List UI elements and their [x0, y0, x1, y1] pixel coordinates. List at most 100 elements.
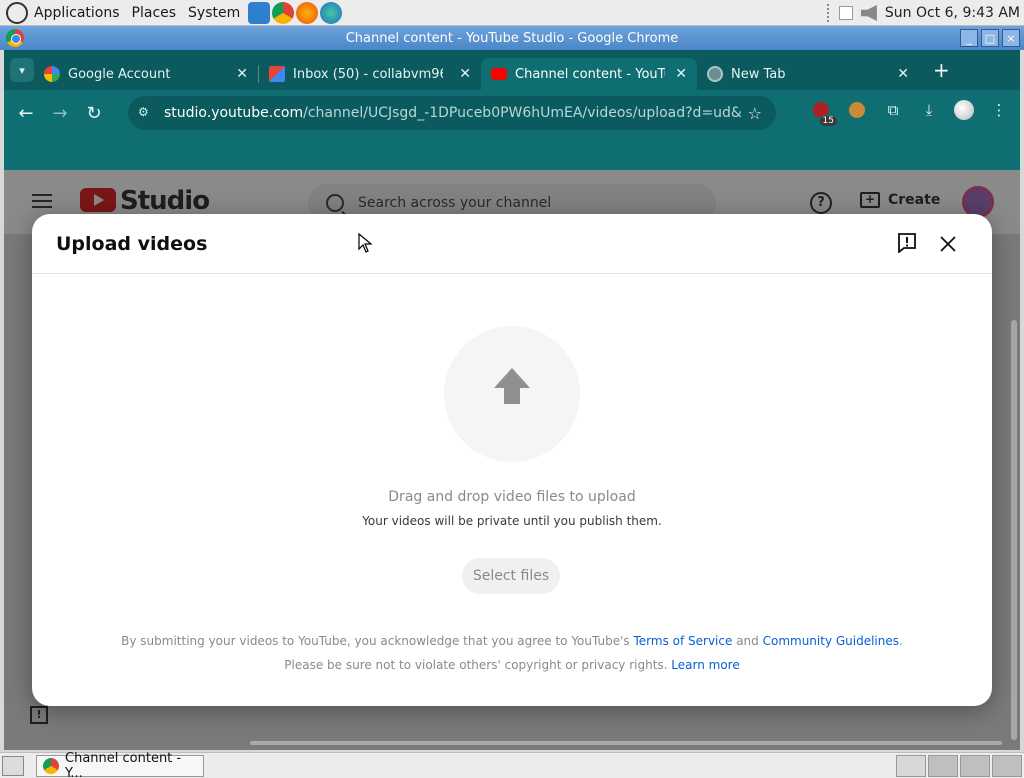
cookie-extension-icon[interactable]	[846, 99, 868, 121]
chrome-launcher-icon[interactable]	[272, 1, 295, 24]
profile-avatar-icon[interactable]	[954, 100, 974, 120]
toolbar: ← → ↻ ⚙ studio.youtube.com/channel/UCJsg…	[4, 90, 1020, 136]
close-window-button[interactable]: ×	[1002, 29, 1020, 47]
window-title-bar: Channel content - YouTube Studio - Googl…	[0, 26, 1024, 50]
chrome-menu-icon[interactable]: ⋮	[988, 99, 1010, 121]
globe-icon	[707, 66, 723, 82]
menu-hamburger-icon[interactable]	[32, 194, 52, 208]
youtube-logo-icon[interactable]	[80, 188, 116, 212]
toolbar-strip	[4, 136, 1020, 170]
firefox-launcher-icon[interactable]	[296, 1, 319, 24]
menu-places[interactable]: Places	[126, 0, 183, 26]
dialog-title: Upload videos	[56, 233, 208, 255]
tab-label: Google Account	[68, 66, 171, 82]
launchers	[248, 1, 343, 24]
os-menu: Applications Places System	[28, 0, 246, 26]
taskbar: Channel content - Y...	[0, 751, 1024, 778]
menu-system[interactable]: System	[182, 0, 246, 26]
new-tab-button[interactable]: +	[933, 58, 950, 82]
vertical-scrollbar[interactable]	[1011, 320, 1017, 740]
search-icon	[326, 194, 344, 212]
terms-suffix: .	[899, 634, 903, 648]
youtube-icon	[491, 68, 507, 80]
show-desktop-button[interactable]	[2, 755, 24, 776]
tab-label: Channel content - YouTub	[515, 66, 665, 82]
upload-drop-zone[interactable]	[444, 326, 580, 462]
tab-search-button[interactable]: ▾	[10, 58, 34, 82]
mouse-cursor-icon	[358, 233, 372, 253]
workspace-1[interactable]	[896, 755, 926, 777]
network-icon[interactable]	[838, 6, 853, 20]
minimize-button[interactable]: _	[960, 29, 978, 47]
url-path: /channel/UCJsgd_-1DPuceb0PW6hUmEA/videos…	[303, 105, 742, 121]
edge-dev-launcher-icon[interactable]	[320, 1, 343, 24]
tab-label: New Tab	[731, 66, 786, 82]
terms-and: and	[732, 634, 763, 648]
extensions-area: 15 ⧉ ⤓ ⋮	[810, 99, 1010, 127]
tab-google-account[interactable]: Google Account ✕	[34, 58, 258, 90]
os-top-panel: Applications Places System Sun Oct 6, 9:…	[0, 0, 1024, 26]
dialog-header: Upload videos	[32, 214, 992, 274]
workspace-2[interactable]	[928, 755, 958, 777]
gmail-icon	[269, 66, 285, 82]
sidebar-feedback-icon[interactable]: !	[30, 706, 48, 724]
studio-logo-text[interactable]: Studio	[120, 186, 210, 216]
google-icon	[44, 66, 60, 82]
volume-icon[interactable]	[860, 5, 877, 21]
tab-channel-content[interactable]: Channel content - YouTub ✕	[481, 58, 697, 90]
back-button[interactable]: ←	[12, 99, 40, 127]
rights-text: Please be sure not to violate others' co…	[284, 658, 672, 672]
create-video-icon: +	[860, 192, 880, 208]
close-tab-icon[interactable]: ✕	[236, 66, 248, 82]
address-bar[interactable]: ⚙ studio.youtube.com/channel/UCJsgd_-1DP…	[128, 96, 776, 130]
horizontal-scrollbar[interactable]	[250, 741, 1002, 745]
help-icon[interactable]: ?	[810, 192, 832, 214]
os-logo-icon[interactable]	[6, 1, 28, 24]
select-files-button[interactable]: Select files	[462, 558, 560, 594]
os-tray: Sun Oct 6, 9:43 AM	[826, 0, 1024, 26]
create-label: Create	[888, 192, 941, 208]
create-button[interactable]: + Create	[860, 192, 940, 208]
taskbar-item-label: Channel content - Y...	[65, 750, 182, 778]
taskbar-chrome-window[interactable]: Channel content - Y...	[36, 751, 204, 778]
window-title: Channel content - YouTube Studio - Googl…	[345, 30, 679, 46]
privacy-note: Your videos will be private until you pu…	[362, 514, 662, 528]
menu-applications[interactable]: Applications	[28, 0, 126, 26]
close-dialog-icon[interactable]	[937, 233, 959, 255]
bookmark-star-icon[interactable]: ☆	[748, 104, 762, 123]
workspace-4[interactable]	[992, 755, 1022, 777]
vscode-launcher-icon[interactable]	[248, 1, 271, 24]
upload-dialog: Upload videos Drag and drop video files …	[32, 214, 992, 706]
extension-badge-count: 15	[818, 115, 838, 127]
upload-arrow-icon	[494, 368, 530, 404]
url-host: studio.youtube.com	[164, 105, 304, 121]
chrome-icon	[43, 757, 59, 774]
extension-badge-icon[interactable]: 15	[810, 99, 838, 127]
terms-prefix: By submitting your videos to YouTube, yo…	[121, 634, 634, 648]
learn-more-link[interactable]: Learn more	[671, 658, 739, 672]
reload-button[interactable]: ↻	[80, 99, 108, 127]
drag-drop-text: Drag and drop video files to upload	[388, 489, 636, 505]
forward-button[interactable]: →	[46, 99, 74, 127]
downloads-icon[interactable]: ⤓	[918, 99, 940, 121]
close-tab-icon[interactable]: ✕	[459, 66, 471, 82]
tab-new-tab[interactable]: New Tab ✕	[697, 58, 919, 90]
tray-separator-icon	[826, 4, 831, 22]
tab-gmail-inbox[interactable]: Inbox (50) - collabvm965@ ✕	[259, 58, 481, 90]
clock[interactable]: Sun Oct 6, 9:43 AM	[885, 5, 1020, 21]
tab-strip: ▾ Google Account ✕ Inbox (50) - collabvm…	[4, 50, 1020, 90]
tab-label: Inbox (50) - collabvm965@	[293, 66, 443, 82]
send-feedback-icon[interactable]	[898, 233, 916, 253]
extensions-puzzle-icon[interactable]: ⧉	[882, 99, 904, 121]
site-settings-icon[interactable]: ⚙	[138, 105, 154, 121]
chrome-window-icon[interactable]	[6, 29, 24, 47]
close-tab-icon[interactable]: ✕	[675, 66, 687, 82]
workspace-3[interactable]	[960, 755, 990, 777]
close-tab-icon[interactable]: ✕	[897, 66, 909, 82]
terms-of-service-link[interactable]: Terms of Service	[633, 634, 732, 648]
maximize-button[interactable]: □	[981, 29, 999, 47]
studio-search-placeholder: Search across your channel	[358, 195, 552, 211]
rights-notice: Please be sure not to violate others' co…	[32, 658, 992, 672]
community-guidelines-link[interactable]: Community Guidelines	[763, 634, 899, 648]
window-controls: _ □ ×	[960, 29, 1020, 47]
